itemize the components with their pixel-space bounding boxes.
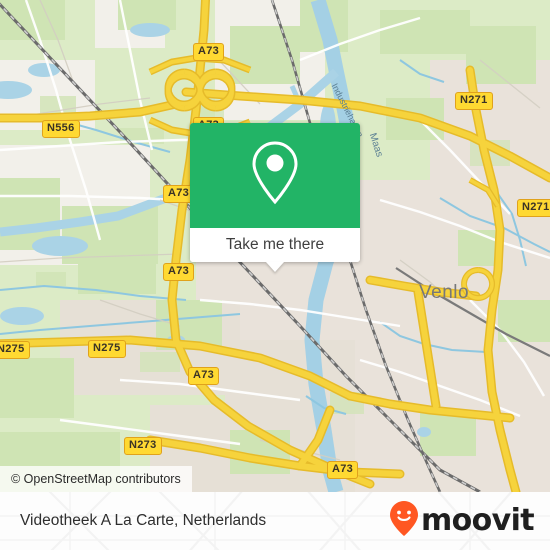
road-shield[interactable]: N273: [124, 437, 162, 455]
moovit-wordmark: moovit: [420, 503, 535, 538]
map-attribution: © OpenStreetMap contributors: [0, 466, 192, 492]
road-shield[interactable]: N271: [455, 92, 493, 110]
callout-action-area[interactable]: Take me there: [190, 228, 360, 262]
location-callout-card[interactable]: Take me there: [190, 123, 360, 272]
footer-bar: Videotheek A La Carte, Netherlands moovi…: [0, 492, 550, 550]
place-title: Videotheek A La Carte, Netherlands: [20, 512, 267, 529]
road-shield[interactable]: N556: [42, 120, 80, 138]
road-shield[interactable]: N275: [0, 341, 30, 359]
road-shield[interactable]: N275: [88, 340, 126, 358]
road-shield[interactable]: A73: [193, 43, 225, 61]
take-me-there-label: Take me there: [225, 236, 325, 253]
moovit-smiley-pin-icon: [389, 500, 419, 543]
map-pin-icon: [248, 140, 302, 211]
road-shield[interactable]: N271: [517, 199, 550, 217]
callout-tail: [266, 262, 284, 272]
map-canvas[interactable]: Maas Industriehaven Venlo A73 A73 N556 A…: [0, 0, 550, 492]
moovit-logo[interactable]: moovit: [389, 492, 535, 550]
map-screenshot: Maas Industriehaven Venlo A73 A73 N556 A…: [0, 0, 550, 550]
callout-icon-area: [190, 123, 360, 228]
attribution-text: © OpenStreetMap contributors: [11, 472, 181, 486]
road-shield[interactable]: A73: [163, 263, 195, 281]
road-shield[interactable]: A73: [188, 367, 220, 385]
road-shield[interactable]: A73: [327, 461, 359, 479]
